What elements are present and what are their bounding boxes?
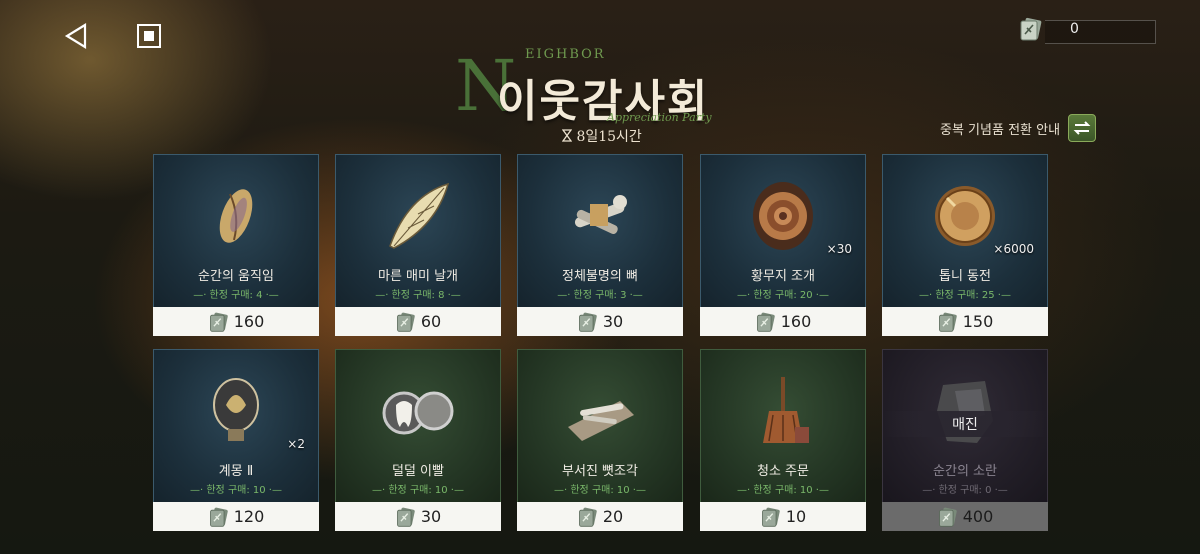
broom-icon (763, 377, 809, 443)
ticket-icon (938, 312, 957, 332)
item-price-bar[interactable]: 160 (153, 307, 319, 336)
shop-item-card[interactable]: 정체불명의 뼈 —· 한정 구매: 3 ·— 30 (517, 154, 683, 336)
item-limit-text: 한정 구매: 4 (209, 290, 263, 301)
shop-item-card[interactable]: ×6000 톱니 동전 —· 한정 구매: 25 ·— 150 (882, 154, 1048, 336)
item-name: 정체불명의 뼈 (562, 269, 638, 284)
item-purchase-limit: —· 한정 구매: 3 ·— (557, 290, 643, 301)
item-price: 10 (785, 507, 807, 526)
item-price: 120 (233, 507, 265, 526)
shop-item-card[interactable]: ×30 황무지 조개 —· 한정 구매: 20 ·— 160 (700, 154, 866, 336)
item-price: 160 (233, 312, 265, 331)
item-purchase-limit: —· 한정 구매: 4 ·— (193, 290, 279, 301)
event-timer: 8일15시간 (561, 126, 642, 146)
shop-item-card[interactable]: 순간의 움직임 —· 한정 구매: 4 ·— 160 (153, 154, 319, 336)
item-price: 30 (420, 507, 442, 526)
shop-item-card[interactable]: 매진순간의 소란 —· 한정 구매: 0 ·— 400 (882, 349, 1048, 531)
item-limit-text: 한정 구매: 25 (935, 290, 995, 301)
item-purchase-limit: —· 한정 구매: 10 ·— (737, 485, 829, 496)
item-purchase-limit: —· 한정 구매: 8 ·— (375, 290, 461, 301)
item-price: 30 (602, 312, 624, 331)
item-quantity: ×30 (826, 242, 852, 256)
item-limit-text: 한정 구매: 10 (206, 485, 266, 496)
item-purchase-limit: —· 한정 구매: 10 ·— (372, 485, 464, 496)
stop-square-icon (137, 24, 161, 48)
ticket-icon (761, 507, 780, 527)
ticket-icon (209, 507, 228, 527)
shop-item-card[interactable]: 마른 매미 날개 —· 한정 구매: 8 ·— 60 (335, 154, 501, 336)
shop-item-card[interactable]: 부서진 뼛조각 —· 한정 구매: 10 ·— 20 (517, 349, 683, 531)
ticket-icon (396, 312, 415, 332)
item-limit-text: 한정 구매: 3 (573, 290, 627, 301)
item-price: 160 (780, 312, 812, 331)
item-name: 황무지 조개 (751, 269, 815, 284)
currency-display[interactable]: 0 (1015, 14, 1156, 44)
item-price-bar[interactable]: 120 (153, 502, 319, 531)
item-price-bar[interactable]: 60 (335, 307, 501, 336)
item-name: 순간의 움직임 (198, 269, 274, 284)
item-purchase-limit: —· 한정 구매: 10 ·— (190, 485, 282, 496)
item-price: 400 (962, 507, 994, 526)
ammonite-shell-icon (753, 182, 813, 250)
home-button[interactable] (133, 20, 165, 52)
item-name: 톱니 동전 (939, 269, 991, 284)
ticket-icon (209, 312, 228, 332)
back-triangle-icon (64, 23, 87, 49)
ticket-icon (396, 507, 415, 527)
feather-leaf-icon (219, 189, 253, 243)
back-button[interactable] (60, 20, 92, 52)
item-price: 20 (602, 507, 624, 526)
shop-item-card[interactable]: 덜덜 이빨 —· 한정 구매: 10 ·— 30 (335, 349, 501, 531)
item-name: 순간의 소란 (933, 464, 997, 479)
swap-arrows-icon (1068, 114, 1097, 142)
ticket-icon (578, 507, 597, 527)
item-limit-text: 한정 구매: 10 (753, 485, 813, 496)
item-purchase-limit: —· 한정 구매: 25 ·— (919, 290, 1011, 301)
item-name: 청소 주문 (757, 464, 809, 479)
timer-text: 8일15시간 (576, 129, 642, 145)
duplicate-conversion-guide-button[interactable]: 중복 기념품 전환 안내 (940, 114, 1097, 142)
item-price-bar[interactable]: 30 (517, 307, 683, 336)
ticket-icon (578, 312, 597, 332)
sold-out-badge: 매진 (882, 411, 1048, 437)
ticket-icon (1020, 17, 1042, 41)
duplicate-guide-label: 중복 기념품 전환 안내 (940, 122, 1061, 138)
item-limit-text: 한정 구매: 10 (388, 485, 448, 496)
item-quantity: ×2 (287, 437, 305, 451)
item-name: 계몽 Ⅱ (218, 464, 254, 479)
item-name: 부서진 뼛조각 (562, 464, 638, 479)
shop-item-card[interactable]: ×2 계몽 Ⅱ —· 한정 구매: 10 ·— 120 (153, 349, 319, 531)
item-limit-text: 한정 구매: 0 (938, 485, 992, 496)
lightbulb-icon (213, 378, 259, 441)
cicada-wing-icon (389, 182, 450, 249)
bone-fragments-icon (568, 401, 634, 441)
item-price-bar[interactable]: 160 (700, 307, 866, 336)
item-price-bar[interactable]: 10 (700, 502, 866, 531)
tooth-locket-icon (382, 391, 454, 435)
item-price-bar[interactable]: 30 (335, 502, 501, 531)
item-purchase-limit: —· 한정 구매: 20 ·— (737, 290, 829, 301)
item-purchase-limit: —· 한정 구매: 0 ·— (922, 485, 1008, 496)
title-english: EIGHBOR (525, 47, 606, 62)
item-purchase-limit: —· 한정 구매: 10 ·— (554, 485, 646, 496)
currency-bar (1045, 20, 1156, 44)
item-price-bar[interactable]: 20 (517, 502, 683, 531)
shop-item-card[interactable]: 청소 주문 —· 한정 구매: 10 ·— 10 (700, 349, 866, 531)
item-name: 마른 매미 날개 (377, 269, 459, 284)
item-name: 덜덜 이빨 (392, 464, 444, 479)
item-quantity: ×6000 (993, 242, 1034, 256)
ticket-icon (756, 312, 775, 332)
item-price-bar[interactable]: 150 (882, 307, 1048, 336)
item-price-bar[interactable]: 400 (882, 502, 1048, 531)
item-price: 150 (962, 312, 994, 331)
title-subtitle: Appreciation Party (607, 111, 712, 124)
item-limit-text: 한정 구매: 8 (391, 290, 445, 301)
item-limit-text: 한정 구매: 10 (570, 485, 630, 496)
item-price: 60 (420, 312, 442, 331)
ticket-icon (938, 507, 957, 527)
currency-value: 0 (1070, 21, 1079, 37)
item-limit-text: 한정 구매: 20 (753, 290, 813, 301)
hourglass-icon (561, 129, 573, 142)
bones-icon (574, 195, 627, 234)
